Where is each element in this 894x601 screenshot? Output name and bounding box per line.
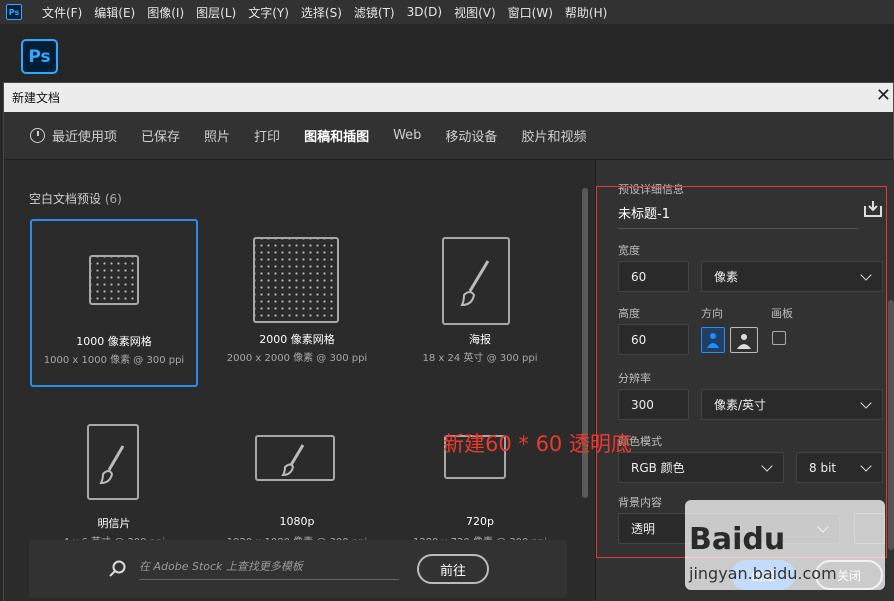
stock-search-bar: 在 Adobe Stock 上查找更多模板 前往 — [29, 540, 567, 598]
dialog-titlebar: 新建文档 ✕ — [4, 83, 893, 112]
tab-art-illustration[interactable]: 图稿和插图 — [304, 126, 369, 145]
grid-icon — [253, 237, 339, 323]
dialog-title: 新建文档 — [12, 91, 61, 105]
presets-scrollbar[interactable] — [579, 174, 591, 534]
menu-3d[interactable]: 3D(D) — [401, 5, 448, 19]
annotation-text: 新建60 * 60 透明底 — [443, 432, 632, 456]
grid-icon — [89, 255, 139, 305]
menu-edit[interactable]: 编辑(E) — [88, 4, 141, 21]
close-icon[interactable]: ✕ — [876, 87, 891, 105]
preset-name: 2000 像素网格 — [259, 333, 335, 346]
brush-icon — [87, 424, 139, 500]
menu-help[interactable]: 帮助(H) — [559, 4, 613, 21]
presets-title: 空白文档预设 (6) — [29, 192, 122, 206]
stock-search-input[interactable]: 在 Adobe Stock 上查找更多模板 — [139, 558, 399, 580]
menu-window[interactable]: 窗口(W) — [502, 4, 559, 21]
watermark-brand: Baidu — [689, 522, 786, 557]
ps-logo-icon: Ps — [6, 4, 22, 20]
tab-recent-label: 最近使用项 — [52, 130, 118, 145]
menu-select[interactable]: 选择(S) — [295, 4, 348, 21]
preset-name: 1080p — [279, 515, 315, 528]
menu-layer[interactable]: 图层(L) — [190, 4, 242, 21]
preset-name: 海报 — [469, 333, 491, 346]
watermark-domain: jingyan.baidu.com — [689, 564, 837, 583]
tab-recent[interactable]: 最近使用项 — [30, 126, 117, 145]
menu-view[interactable]: 视图(V) — [448, 4, 502, 21]
menu-file[interactable]: 文件(F) — [36, 4, 88, 21]
menu-filter[interactable]: 滤镜(T) — [348, 4, 401, 21]
brush-icon — [442, 237, 510, 325]
menu-image[interactable]: 图像(I) — [141, 4, 190, 21]
preset-name: 1000 像素网格 — [76, 335, 152, 348]
photoshop-window: Ps 文件(F) 编辑(E) 图像(I) 图层(L) 文字(Y) 选择(S) 滤… — [0, 0, 894, 601]
category-tabs: 最近使用项 已保存 照片 打印 图稿和插图 Web 移动设备 胶片和视频 — [4, 112, 893, 160]
preset-1000-grid[interactable]: 1000 像素网格 1000 x 1000 像素 @ 300 ppi — [30, 219, 198, 387]
preset-name: 720p — [466, 515, 494, 528]
tab-saved[interactable]: 已保存 — [141, 126, 180, 145]
ps-home-logo-icon[interactable]: Ps — [21, 39, 58, 74]
baidu-watermark: Baidu jingyan.baidu.com — [685, 500, 885, 590]
preset-name: 明信片 — [97, 517, 131, 530]
preset-size: 2000 x 2000 像素 @ 300 ppi — [226, 353, 368, 364]
brush-icon — [255, 435, 335, 481]
preset-size: 18 x 24 英寸 @ 300 ppi — [422, 353, 538, 364]
menu-bar: Ps 文件(F) 编辑(E) 图像(I) 图层(L) 文字(Y) 选择(S) 滤… — [0, 0, 894, 24]
tab-print[interactable]: 打印 — [254, 126, 280, 145]
preset-poster[interactable]: 海报 18 x 24 英寸 @ 300 ppi — [396, 219, 564, 387]
tab-photo[interactable]: 照片 — [204, 126, 230, 145]
tab-web[interactable]: Web — [393, 128, 421, 143]
details-scrollbar[interactable] — [888, 300, 894, 550]
tab-film-video[interactable]: 胶片和视频 — [521, 126, 586, 145]
preset-size: 1000 x 1000 像素 @ 300 ppi — [43, 355, 185, 366]
preset-2000-grid[interactable]: 2000 像素网格 2000 x 2000 像素 @ 300 ppi — [213, 219, 381, 387]
clock-icon — [30, 128, 45, 143]
tab-mobile[interactable]: 移动设备 — [445, 126, 497, 145]
go-button[interactable]: 前往 — [417, 554, 489, 584]
presets-pane: 空白文档预设 (6) 1000 像素网格 1000 x 1000 像素 @ 30… — [4, 160, 594, 601]
search-icon — [109, 560, 126, 577]
menu-type[interactable]: 文字(Y) — [242, 4, 295, 21]
